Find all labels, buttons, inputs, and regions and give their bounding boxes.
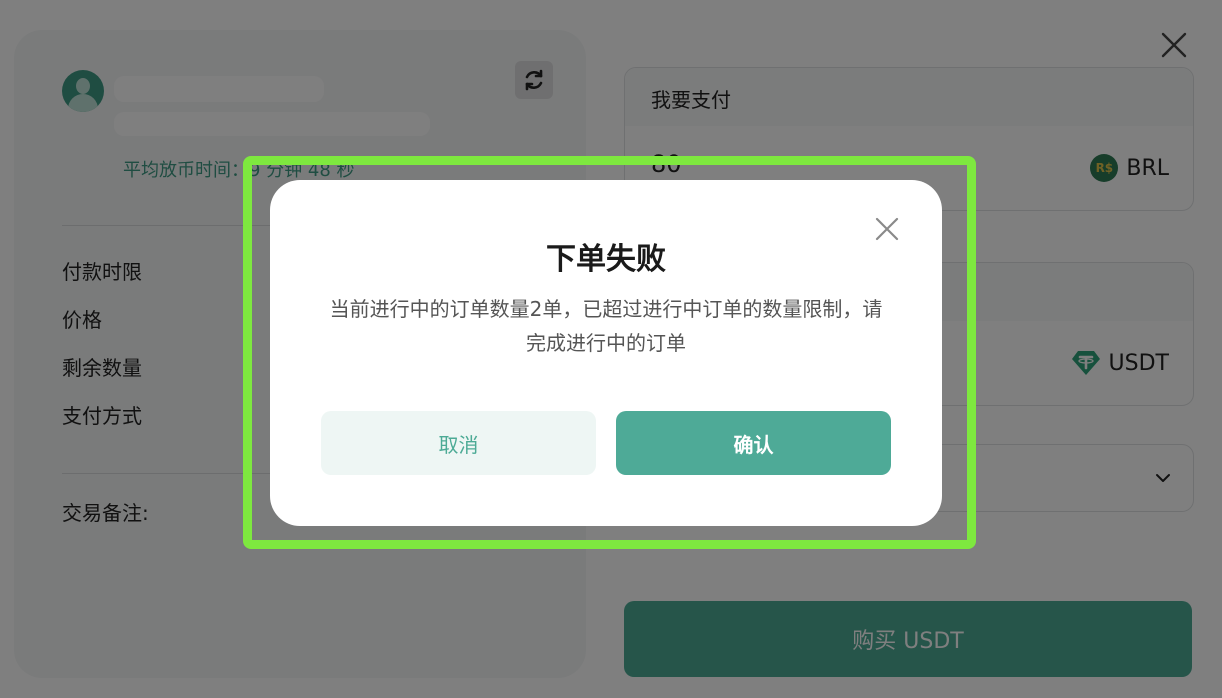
dialog-title: 下单失败 — [546, 242, 666, 277]
dialog-message: 当前进行中的订单数量2单，已超过进行中订单的数量限制，请完成进行中的订单 — [329, 297, 883, 355]
order-page: 平均放币时间：9 分钟 48 秒 付款时限 价格 剩余数量 支付方式 交易备注:… — [0, 0, 1222, 698]
confirm-button[interactable]: 确认 — [616, 411, 891, 475]
cancel-button[interactable]: 取消 — [321, 411, 596, 475]
order-failed-dialog: 下单失败 当前进行中的订单数量2单，已超过进行中订单的数量限制，请完成进行中的订… — [270, 180, 942, 526]
